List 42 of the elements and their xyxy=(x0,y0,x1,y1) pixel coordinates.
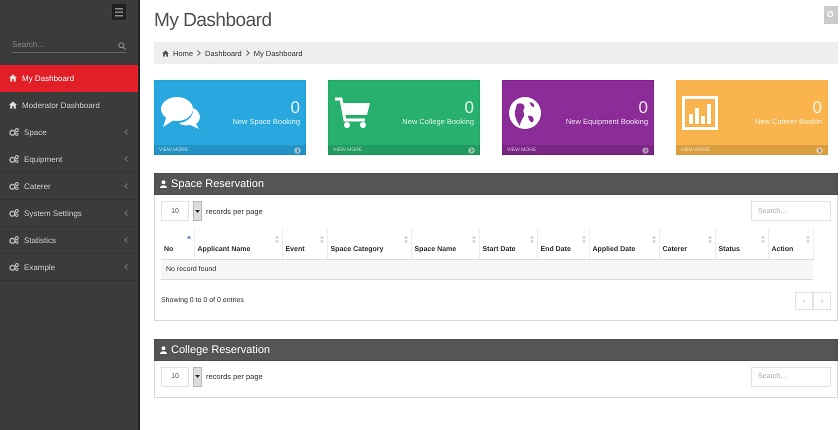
nav-item[interactable]: My Dashboard xyxy=(0,65,138,92)
bar-chart-icon xyxy=(682,96,718,130)
panel-title: College Reservation xyxy=(171,344,270,356)
globe-icon xyxy=(508,96,542,130)
gears-icon xyxy=(9,209,19,217)
home-icon xyxy=(9,74,17,82)
chat-bubbles-icon xyxy=(160,96,202,130)
nav-item[interactable]: Moderator Dashboard xyxy=(0,92,138,119)
arrow-circle-icon xyxy=(468,146,475,154)
gears-icon xyxy=(9,182,19,190)
user-icon xyxy=(160,346,167,354)
dropdown-button[interactable] xyxy=(193,201,202,221)
booking-count: 0 xyxy=(464,99,474,117)
menu-icon[interactable] xyxy=(112,4,126,20)
nav-item[interactable]: Space xyxy=(0,119,138,146)
caret-icon xyxy=(195,375,200,378)
booking-count: 0 xyxy=(290,99,300,117)
gears-icon xyxy=(9,263,19,271)
search-field[interactable]: Search... xyxy=(12,40,118,52)
user-icon xyxy=(160,180,167,188)
chevron-right-icon xyxy=(246,50,250,56)
gears-icon xyxy=(9,236,19,244)
nav-item[interactable]: System Settings xyxy=(0,200,138,227)
cart-icon xyxy=(334,96,372,130)
chevron-right-icon xyxy=(197,50,202,56)
arrow-circle-icon xyxy=(642,146,649,154)
nav-item[interactable]: Equipment xyxy=(0,146,138,173)
arrow-circle-icon xyxy=(294,146,301,154)
page-title: My Dashboard xyxy=(154,10,272,32)
nav-item[interactable]: Caterer xyxy=(0,173,138,200)
nav-item[interactable]: Example xyxy=(0,254,138,281)
booking-count: 0 xyxy=(812,99,822,117)
nav-item[interactable]: Statistics xyxy=(0,227,138,254)
caret-icon xyxy=(195,210,200,212)
arrow-circle-icon xyxy=(816,146,823,154)
gears-icon xyxy=(9,128,19,136)
gears-icon xyxy=(9,155,19,163)
home-icon xyxy=(9,101,17,109)
booking-count: 0 xyxy=(638,99,648,117)
home-icon xyxy=(162,50,169,56)
panel-title: Space Reservation xyxy=(171,178,264,190)
dropdown-button[interactable] xyxy=(193,366,202,386)
